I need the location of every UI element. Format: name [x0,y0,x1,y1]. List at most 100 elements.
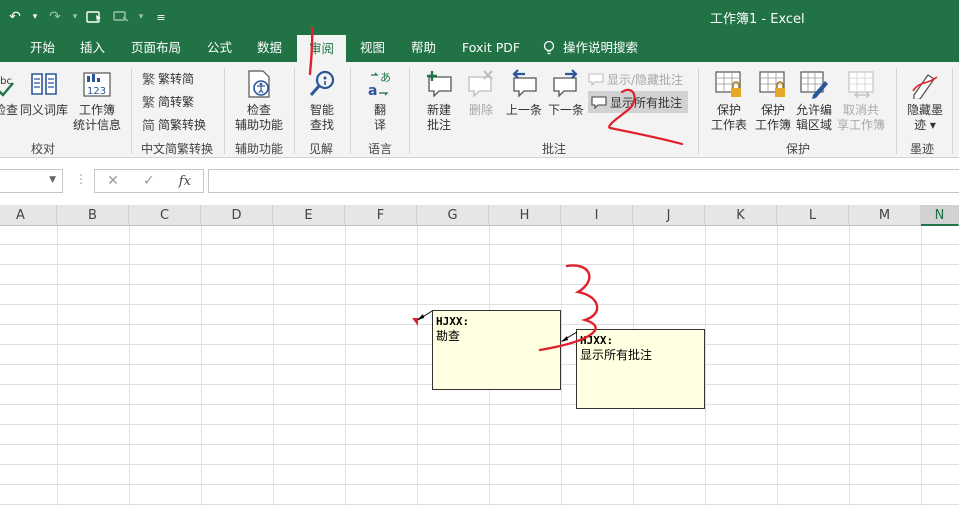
group-label-protect: 保护 [786,142,811,156]
group-label-accessibility: 辅助功能 [235,142,284,156]
comment-toggle-icon [588,73,604,86]
comment-box-2[interactable]: HJXX: 显示所有批注 [576,329,705,409]
column-header-d[interactable]: D [201,205,273,226]
formula-bar-splitter[interactable]: ⋮ [75,172,87,186]
thesaurus-icon [28,68,60,100]
column-header-h[interactable]: H [489,205,561,226]
delete-comment-icon [465,68,497,100]
column-header-c[interactable]: C [129,205,201,226]
column-header-j[interactable]: J [633,205,705,226]
show-all-comments-button[interactable]: 显示所有批注 [588,91,689,113]
tab-formulas[interactable]: 公式 [207,33,232,62]
next-comment-icon [550,68,582,100]
previous-comment-icon [508,68,540,100]
redo-dropdown-icon[interactable]: ▾ [70,7,80,27]
new-comment-button[interactable]: 新建 批注 [418,68,460,133]
column-header-b[interactable]: B [57,205,129,226]
comment-box-1[interactable]: HJXX: 勘查 [432,310,561,390]
translate-button[interactable]: あa 翻 译 [362,68,398,133]
allow-edit-ranges-icon [798,68,830,100]
group-label-chinese: 中文简繁转换 [141,142,214,156]
redo-icon[interactable]: ↷ [44,7,66,27]
unshare-workbook-button[interactable]: 取消共 享工作簿 [834,68,888,133]
tab-data[interactable]: 数据 [257,33,282,62]
separator [224,68,225,154]
next-comment-button[interactable]: 下一条 [545,68,587,118]
svg-text:a: a [368,83,377,99]
name-box-dropdown-icon[interactable]: ▼ [49,175,56,185]
separator [294,68,295,154]
tab-help[interactable]: 帮助 [411,33,436,62]
customize-qat-icon[interactable]: ≡ [150,7,172,27]
protect-workbook-button[interactable]: 保护 工作簿 [750,68,796,133]
column-header-i[interactable]: I [561,205,633,226]
tab-foxit-pdf[interactable]: Foxit PDF [462,33,520,62]
window-title: 工作簿1 - Excel [710,12,805,27]
allow-edit-ranges-button[interactable]: 允许编 辑区域 [791,68,837,133]
column-header-m[interactable]: M [849,205,921,226]
separator [896,68,897,154]
column-header-l[interactable]: L [777,205,849,226]
ribbon-tabs: 开始 插入 页面布局 公式 数据 审阅 视图 帮助 Foxit PDF 操作说明… [0,33,959,62]
qat-dropdown-icon[interactable]: ▾ [136,7,146,27]
thesaurus-button[interactable]: 同义词库 [18,68,70,118]
tab-view[interactable]: 视图 [360,33,385,62]
formula-input[interactable] [208,169,959,193]
tell-me-label: 操作说明搜索 [563,40,639,55]
column-header-k[interactable]: K [705,205,777,226]
separator [698,68,699,154]
hide-ink-button[interactable]: 隐藏墨 迹 ▾ [902,68,948,133]
column-header-e[interactable]: E [273,205,345,226]
tab-insert[interactable]: 插入 [80,33,105,62]
lightbulb-icon [543,40,555,54]
title-bar: ↶ ▾ ↷ ▾ ▾ ≡ 工作簿1 - Excel [0,0,959,33]
insert-function-icon[interactable]: fx [179,174,191,189]
statistics-icon: 123 [81,68,113,100]
comment-author: HJXX: [580,334,614,347]
undo-dropdown-icon[interactable]: ▾ [30,7,40,27]
column-header-a[interactable]: A [0,205,57,226]
tab-review[interactable]: 审阅 [297,35,347,62]
previous-comment-button[interactable]: 上一条 [503,68,545,118]
column-header-f[interactable]: F [345,205,417,226]
separator [409,68,410,154]
comment-text: 勘查 [436,329,461,343]
undo-icon[interactable]: ↶ [4,7,26,27]
protect-sheet-button[interactable]: 保护 工作表 [706,68,752,133]
protect-sheet-icon [713,68,745,100]
comment-author: HJXX: [436,315,470,328]
column-header-n[interactable]: N [921,205,959,226]
group-label-comments: 批注 [542,142,567,156]
separator [952,68,953,154]
touch-mode-icon[interactable] [84,7,106,27]
delete-comment-button[interactable]: 删除 [462,68,500,118]
trad-to-simp-button[interactable]: 繁 繁转简 [142,67,194,89]
show-all-comments-icon [591,96,607,109]
group-label-proofing: 校对 [31,142,56,156]
workbook-statistics-button[interactable]: 123 工作簿 统计信息 [71,68,123,133]
name-box[interactable]: ▼ [0,169,63,193]
convert-icon: 简 [142,118,156,134]
excel-window: ↶ ▾ ↷ ▾ ▾ ≡ 工作簿1 - Excel 开始 插入 页面布局 公式 数… [0,0,959,506]
quick-access-toolbar: ↶ ▾ ↷ ▾ ▾ ≡ [4,6,172,28]
unshare-workbook-icon [845,68,877,100]
separator [131,68,132,154]
smart-lookup-button[interactable]: 智能 查找 [302,68,342,133]
formula-buttons: ✕ ✓ fx [94,169,204,193]
simp-to-trad-button[interactable]: 繁 简转繁 [142,90,194,112]
svg-text:あ: あ [380,71,391,84]
group-label-ink: 墨迹 [910,142,935,156]
tab-home[interactable]: 开始 [30,33,55,62]
chinese-convert-button[interactable]: 简 简繁转换 [142,113,206,135]
enter-icon[interactable]: ✓ [143,173,155,189]
column-header-g[interactable]: G [417,205,489,226]
svg-text:123: 123 [87,86,106,97]
format-painter-icon[interactable] [110,7,132,27]
tab-page-layout[interactable]: 页面布局 [131,33,181,62]
tell-me-search[interactable]: 操作说明搜索 [543,33,638,62]
cancel-icon[interactable]: ✕ [107,173,119,189]
new-comment-icon [423,68,455,100]
protect-workbook-icon [757,68,789,100]
check-accessibility-button[interactable]: 检查 辅助功能 [233,68,285,133]
show-hide-comment-button[interactable]: 显示/隐藏批注 [588,68,683,90]
